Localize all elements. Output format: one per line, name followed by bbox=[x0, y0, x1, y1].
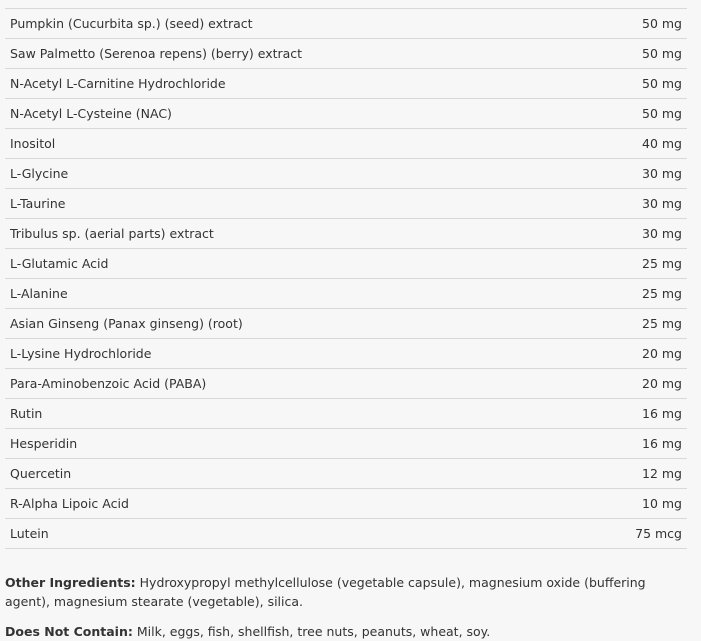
supplement-facts-panel: Pumpkin (Cucurbita sp.) (seed) extract 50… bbox=[0, 0, 701, 641]
table-row: N-Acetyl L-Carnitine Hydrochloride 50 mg bbox=[5, 69, 687, 99]
ingredient-amount: 50 mg bbox=[642, 106, 682, 121]
ingredient-name: N-Acetyl L-Carnitine Hydrochloride bbox=[10, 76, 226, 91]
table-row: Para-Aminobenzoic Acid (PABA) 20 mg bbox=[5, 369, 687, 399]
table-row: L-Lysine Hydrochloride 20 mg bbox=[5, 339, 687, 369]
ingredient-amount: 25 mg bbox=[642, 256, 682, 271]
ingredient-amount: 30 mg bbox=[642, 196, 682, 211]
ingredient-amount: 25 mg bbox=[642, 316, 682, 331]
ingredient-name: Rutin bbox=[10, 406, 43, 421]
ingredient-name: Lutein bbox=[10, 526, 49, 541]
ingredient-name: L-Alanine bbox=[10, 286, 68, 301]
table-row: Inositol 40 mg bbox=[5, 129, 687, 159]
ingredient-amount: 50 mg bbox=[642, 76, 682, 91]
ingredient-name: R-Alpha Lipoic Acid bbox=[10, 496, 129, 511]
ingredient-amount: 75 mcg bbox=[635, 526, 682, 541]
ingredient-name: L-Taurine bbox=[10, 196, 66, 211]
does-not-contain-text: Milk, eggs, fish, shellfish, tree nuts, … bbox=[132, 624, 491, 639]
ingredient-notes: Other Ingredients: Hydroxypropyl methylc… bbox=[5, 573, 687, 641]
ingredient-amount: 20 mg bbox=[642, 346, 682, 361]
table-row: Hesperidin 16 mg bbox=[5, 429, 687, 459]
ingredient-name: Tribulus sp. (aerial parts) extract bbox=[10, 226, 214, 241]
ingredient-amount: 40 mg bbox=[642, 136, 682, 151]
ingredient-amount: 16 mg bbox=[642, 436, 682, 451]
ingredient-name: Quercetin bbox=[10, 466, 72, 481]
ingredient-amount: 20 mg bbox=[642, 376, 682, 391]
other-ingredients: Other Ingredients: Hydroxypropyl methylc… bbox=[5, 573, 687, 611]
ingredient-name: Hesperidin bbox=[10, 436, 78, 451]
table-row: L-Glycine 30 mg bbox=[5, 159, 687, 189]
table-row: Asian Ginseng (Panax ginseng) (root) 25 m… bbox=[5, 309, 687, 339]
ingredient-name: L-Glutamic Acid bbox=[10, 256, 109, 271]
ingredient-name: Asian Ginseng (Panax ginseng) (root) bbox=[10, 316, 243, 331]
ingredient-name: L-Glycine bbox=[10, 166, 69, 181]
ingredient-name: N-Acetyl L-Cysteine (NAC) bbox=[10, 106, 172, 121]
table-row: L-Taurine 30 mg bbox=[5, 189, 687, 219]
ingredient-amount: 12 mg bbox=[642, 466, 682, 481]
ingredient-amount: 30 mg bbox=[642, 166, 682, 181]
ingredient-amount: 50 mg bbox=[642, 16, 682, 31]
table-row: Pumpkin (Cucurbita sp.) (seed) extract 50… bbox=[5, 9, 687, 39]
table-row: Rutin 16 mg bbox=[5, 399, 687, 429]
ingredient-amount: 10 mg bbox=[642, 496, 682, 511]
ingredient-amount: 50 mg bbox=[642, 46, 682, 61]
does-not-contain-label: Does Not Contain: bbox=[5, 624, 133, 639]
ingredient-name: Pumpkin (Cucurbita sp.) (seed) extract bbox=[10, 16, 253, 31]
table-row: L-Glutamic Acid 25 mg bbox=[5, 249, 687, 279]
other-ingredients-label: Other Ingredients: bbox=[5, 575, 136, 590]
table-row: Lutein 75 mcg bbox=[5, 519, 687, 549]
ingredient-table: Pumpkin (Cucurbita sp.) (seed) extract 50… bbox=[5, 8, 687, 549]
table-row: L-Alanine 25 mg bbox=[5, 279, 687, 309]
ingredient-amount: 25 mg bbox=[642, 286, 682, 301]
ingredient-name: Saw Palmetto (Serenoa repens) (berry) ex… bbox=[10, 46, 303, 61]
ingredient-name: Inositol bbox=[10, 136, 56, 151]
ingredient-amount: 30 mg bbox=[642, 226, 682, 241]
ingredient-amount: 16 mg bbox=[642, 406, 682, 421]
ingredient-name: L-Lysine Hydrochloride bbox=[10, 346, 152, 361]
table-row: N-Acetyl L-Cysteine (NAC) 50 mg bbox=[5, 99, 687, 129]
does-not-contain: Does Not Contain: Milk, eggs, fish, shel… bbox=[5, 622, 687, 641]
ingredient-name: Para-Aminobenzoic Acid (PABA) bbox=[10, 376, 207, 391]
table-row: R-Alpha Lipoic Acid 10 mg bbox=[5, 489, 687, 519]
table-row: Saw Palmetto (Serenoa repens) (berry) ex… bbox=[5, 39, 687, 69]
table-row: Tribulus sp. (aerial parts) extract 30 mg bbox=[5, 219, 687, 249]
table-row: Quercetin 12 mg bbox=[5, 459, 687, 489]
notes-spacer bbox=[5, 611, 687, 622]
